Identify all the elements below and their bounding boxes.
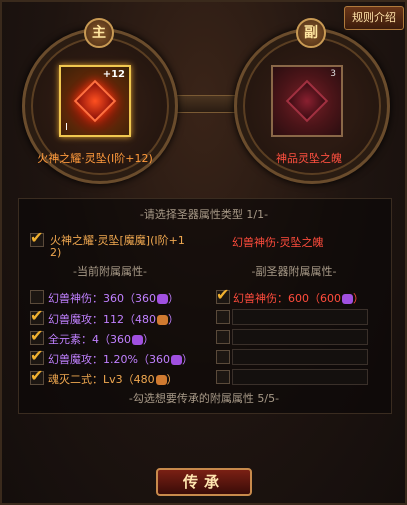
beast-purple-icon	[132, 335, 143, 345]
sub-option-label: 幻兽神伤·灵坠之魄	[232, 236, 324, 249]
sub-item-name: 神品灵坠之魄	[276, 152, 342, 165]
select-type-title: -请选择圣器属性类型 1/1-	[139, 208, 269, 221]
current-attr-checkbox[interactable]	[30, 366, 44, 385]
sub-attr-empty-slot	[232, 309, 368, 325]
sub-badge: 副	[296, 18, 326, 48]
beast-purple-icon	[170, 355, 182, 365]
current-attr-checkbox[interactable]	[30, 306, 44, 325]
sub-attrs-title: -副圣器附属属性-	[251, 265, 337, 278]
current-attr-label: 全元素：4（360）	[48, 333, 154, 346]
main-item-name: 火神之耀·灵坠(I阶+12)	[37, 152, 153, 165]
current-attr-label: 幻兽魔攻：112（480）	[48, 313, 179, 326]
main-option-label: 火神之耀·灵坠[魔魔](I阶+1	[50, 234, 185, 247]
main-badge: 主	[84, 18, 114, 48]
beast-orange-icon	[155, 375, 167, 385]
rules-button[interactable]: 规则介绍	[344, 6, 404, 30]
main-option-checkbox[interactable]	[30, 228, 44, 247]
sub-attr-label: 幻兽神伤：600（600）	[233, 292, 364, 305]
tier-label: I	[65, 122, 68, 133]
beast-purple-icon	[157, 294, 168, 304]
sub-attr-empty-slot	[232, 329, 368, 345]
sub-attr-checkbox-empty[interactable]	[216, 350, 230, 364]
sub-attr-checkbox-empty[interactable]	[216, 330, 230, 344]
beast-purple-icon	[342, 294, 353, 304]
item-count: 3	[330, 69, 336, 79]
inherit-hint: -勾选想要传承的附属属性 5/5-	[128, 392, 280, 405]
soul-pendant-icon	[285, 79, 329, 123]
current-attr-label: 魂灭二式：Lv3（480）	[48, 373, 178, 386]
current-attr-checkbox[interactable]	[30, 326, 44, 345]
sub-attr-checkbox-empty[interactable]	[216, 370, 230, 384]
current-attr-label: 幻兽魔攻：1.20%（360）	[48, 353, 193, 366]
current-attr-label: 幻兽神伤：360（360）	[48, 292, 179, 305]
sub-attr-checkbox[interactable]	[216, 285, 230, 304]
sub-attr-checkbox-empty[interactable]	[216, 310, 230, 324]
main-item-slot[interactable]: +12 I	[59, 65, 131, 137]
sub-attr-empty-slot	[232, 369, 368, 385]
current-attr-checkbox[interactable]	[30, 290, 44, 304]
current-attrs-title: -当前附属属性-	[73, 265, 147, 278]
main-option-label-cont: 2)	[50, 246, 62, 259]
sub-item-slot[interactable]: 3	[271, 65, 343, 137]
sub-attr-empty-slot	[232, 349, 368, 365]
pendant-icon	[73, 79, 117, 123]
enhance-level: +12	[102, 69, 125, 80]
inherit-button[interactable]: 传承	[156, 468, 252, 496]
beast-orange-icon	[157, 315, 168, 325]
current-attr-checkbox[interactable]	[30, 346, 44, 365]
